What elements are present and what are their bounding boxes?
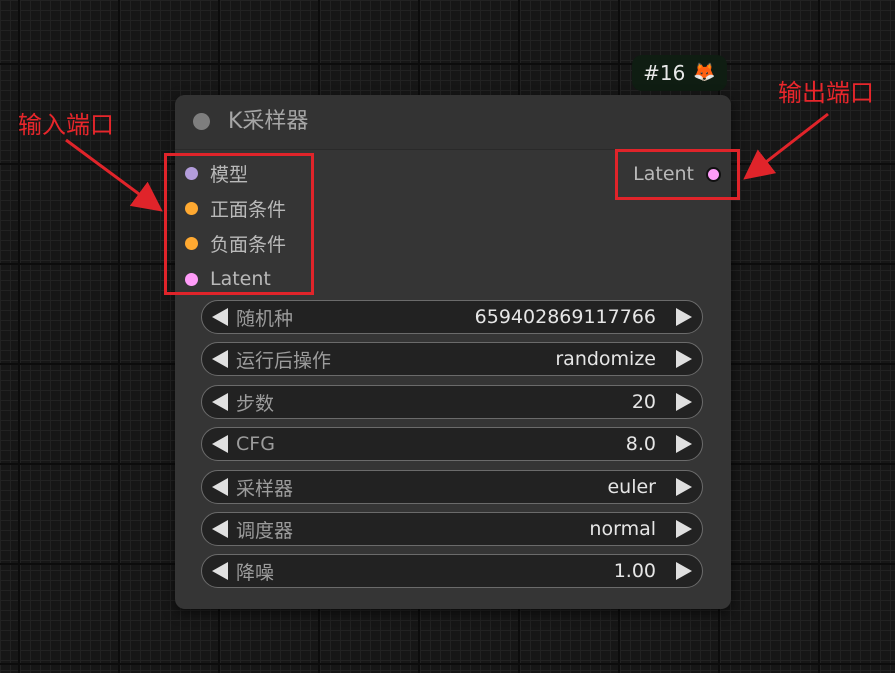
input-annotation-arrow <box>65 138 163 212</box>
output-annotation-arrow <box>743 112 829 180</box>
annotation-arrows <box>65 112 829 212</box>
